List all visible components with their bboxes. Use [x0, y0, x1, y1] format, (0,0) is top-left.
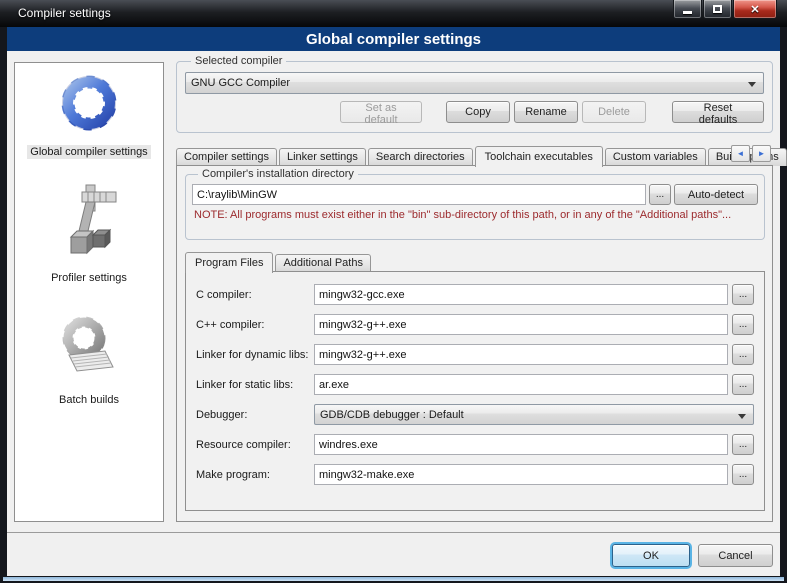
titlebar[interactable]: Compiler settings ✕	[0, 0, 787, 27]
installation-directory-label: Compiler's installation directory	[198, 168, 358, 180]
make-program-browse-button[interactable]: ...	[732, 464, 754, 485]
compiler-actions: Set as default Copy Rename Delete Reset …	[185, 101, 764, 123]
sidebar-item-profiler-settings[interactable]: Profiler settings	[48, 183, 130, 285]
sidebar-item-batch-builds[interactable]: Batch builds	[56, 311, 122, 407]
settings-tabstrip: Compiler settings Linker settings Search…	[176, 141, 773, 166]
maximize-button[interactable]	[703, 0, 732, 19]
installation-directory-group: Compiler's installation directory ... Au…	[185, 168, 765, 240]
arrow-left-icon: ◄	[737, 149, 745, 158]
caliper-icon	[57, 183, 121, 261]
resource-compiler-label: Resource compiler:	[196, 439, 314, 451]
footer-separator	[7, 532, 780, 533]
compiler-select[interactable]: GNU GCC Compiler	[185, 72, 764, 94]
field-row-static-linker: Linker for static libs: ...	[196, 374, 754, 395]
cancel-button[interactable]: Cancel	[698, 544, 773, 567]
c-compiler-input[interactable]	[314, 284, 728, 305]
dynamic-linker-label: Linker for dynamic libs:	[196, 349, 314, 361]
sidebar-item-label: Batch builds	[56, 393, 122, 407]
field-row-resource-compiler: Resource compiler: ...	[196, 434, 754, 455]
dialog-banner: Global compiler settings	[7, 27, 780, 51]
selected-compiler-group: Selected compiler GNU GCC Compiler Set a…	[176, 55, 773, 133]
program-files-panel: C compiler: ... C++ compiler: ... Linker…	[185, 271, 765, 511]
dialog-body: Global compiler settings	[7, 27, 780, 576]
chevron-down-icon	[738, 414, 746, 419]
sidebar-item-label: Profiler settings	[48, 271, 130, 285]
window-title: Compiler settings	[18, 6, 111, 20]
debugger-select[interactable]: GDB/CDB debugger : Default	[314, 404, 754, 425]
maximize-icon	[713, 5, 722, 13]
make-program-label: Make program:	[196, 469, 314, 481]
window-controls: ✕	[673, 0, 777, 19]
delete-button: Delete	[582, 101, 646, 123]
cpp-compiler-browse-button[interactable]: ...	[732, 314, 754, 335]
c-compiler-browse-button[interactable]: ...	[732, 284, 754, 305]
ok-button[interactable]: OK	[612, 544, 690, 567]
footer: OK Cancel	[7, 544, 773, 570]
subtab-additional-paths[interactable]: Additional Paths	[275, 254, 371, 272]
reset-defaults-button[interactable]: Reset defaults	[672, 101, 764, 123]
close-icon: ✕	[750, 3, 759, 16]
blue-gear-icon	[57, 71, 121, 135]
tab-compiler-settings[interactable]: Compiler settings	[176, 148, 277, 166]
field-row-make-program: Make program: ...	[196, 464, 754, 485]
tab-linker-settings[interactable]: Linker settings	[279, 148, 366, 166]
cpp-compiler-label: C++ compiler:	[196, 319, 314, 331]
minimize-icon	[683, 11, 692, 14]
settings-category-list: Global compiler settings	[14, 62, 164, 522]
sidebar-item-global-compiler-settings[interactable]: Global compiler settings	[27, 71, 150, 159]
field-row-debugger: Debugger: GDB/CDB debugger : Default	[196, 404, 754, 425]
field-row-dynamic-linker: Linker for dynamic libs: ...	[196, 344, 754, 365]
auto-detect-button[interactable]: Auto-detect	[674, 184, 758, 205]
resource-compiler-input[interactable]	[314, 434, 728, 455]
compiler-settings-dialog: Compiler settings ✕ Global compiler sett…	[0, 0, 787, 583]
debugger-select-value: GDB/CDB debugger : Default	[320, 409, 464, 421]
rename-button[interactable]: Rename	[514, 101, 578, 123]
gray-gear-stack-icon	[57, 311, 121, 383]
chevron-down-icon	[748, 82, 756, 87]
close-button[interactable]: ✕	[733, 0, 777, 19]
subtab-program-files[interactable]: Program Files	[185, 252, 273, 273]
installation-note: NOTE: All programs must exist either in …	[194, 209, 756, 221]
field-row-c-compiler: C compiler: ...	[196, 284, 754, 305]
static-linker-input[interactable]	[314, 374, 728, 395]
minimize-button[interactable]	[673, 0, 702, 19]
dynamic-linker-browse-button[interactable]: ...	[732, 344, 754, 365]
toolchain-executables-panel: Compiler's installation directory ... Au…	[176, 165, 773, 522]
dynamic-linker-input[interactable]	[314, 344, 728, 365]
copy-button[interactable]: Copy	[446, 101, 510, 123]
installation-directory-browse-button[interactable]: ...	[649, 184, 671, 205]
arrow-right-icon: ►	[758, 149, 766, 158]
tab-toolchain-executables[interactable]: Toolchain executables	[475, 146, 603, 167]
tab-scroll-left-button[interactable]: ◄	[731, 145, 750, 162]
set-as-default-button: Set as default	[340, 101, 422, 123]
debugger-label: Debugger:	[196, 409, 314, 421]
tab-scroll-controls: ◄ ►	[731, 145, 771, 162]
tab-custom-variables[interactable]: Custom variables	[605, 148, 706, 166]
installation-directory-input[interactable]	[192, 184, 646, 205]
field-row-cpp-compiler: C++ compiler: ...	[196, 314, 754, 335]
selected-compiler-group-label: Selected compiler	[191, 55, 286, 67]
cpp-compiler-input[interactable]	[314, 314, 728, 335]
program-files-subtabs: Program Files Additional Paths	[185, 248, 373, 272]
tab-search-directories[interactable]: Search directories	[368, 148, 473, 166]
static-linker-label: Linker for static libs:	[196, 379, 314, 391]
banner-title: Global compiler settings	[306, 31, 481, 48]
c-compiler-label: C compiler:	[196, 289, 314, 301]
tab-scroll-right-button[interactable]: ►	[752, 145, 771, 162]
window-frame-glow	[3, 577, 784, 581]
make-program-input[interactable]	[314, 464, 728, 485]
sidebar-item-label: Global compiler settings	[27, 145, 150, 159]
compiler-select-value: GNU GCC Compiler	[191, 77, 290, 89]
static-linker-browse-button[interactable]: ...	[732, 374, 754, 395]
resource-compiler-browse-button[interactable]: ...	[732, 434, 754, 455]
